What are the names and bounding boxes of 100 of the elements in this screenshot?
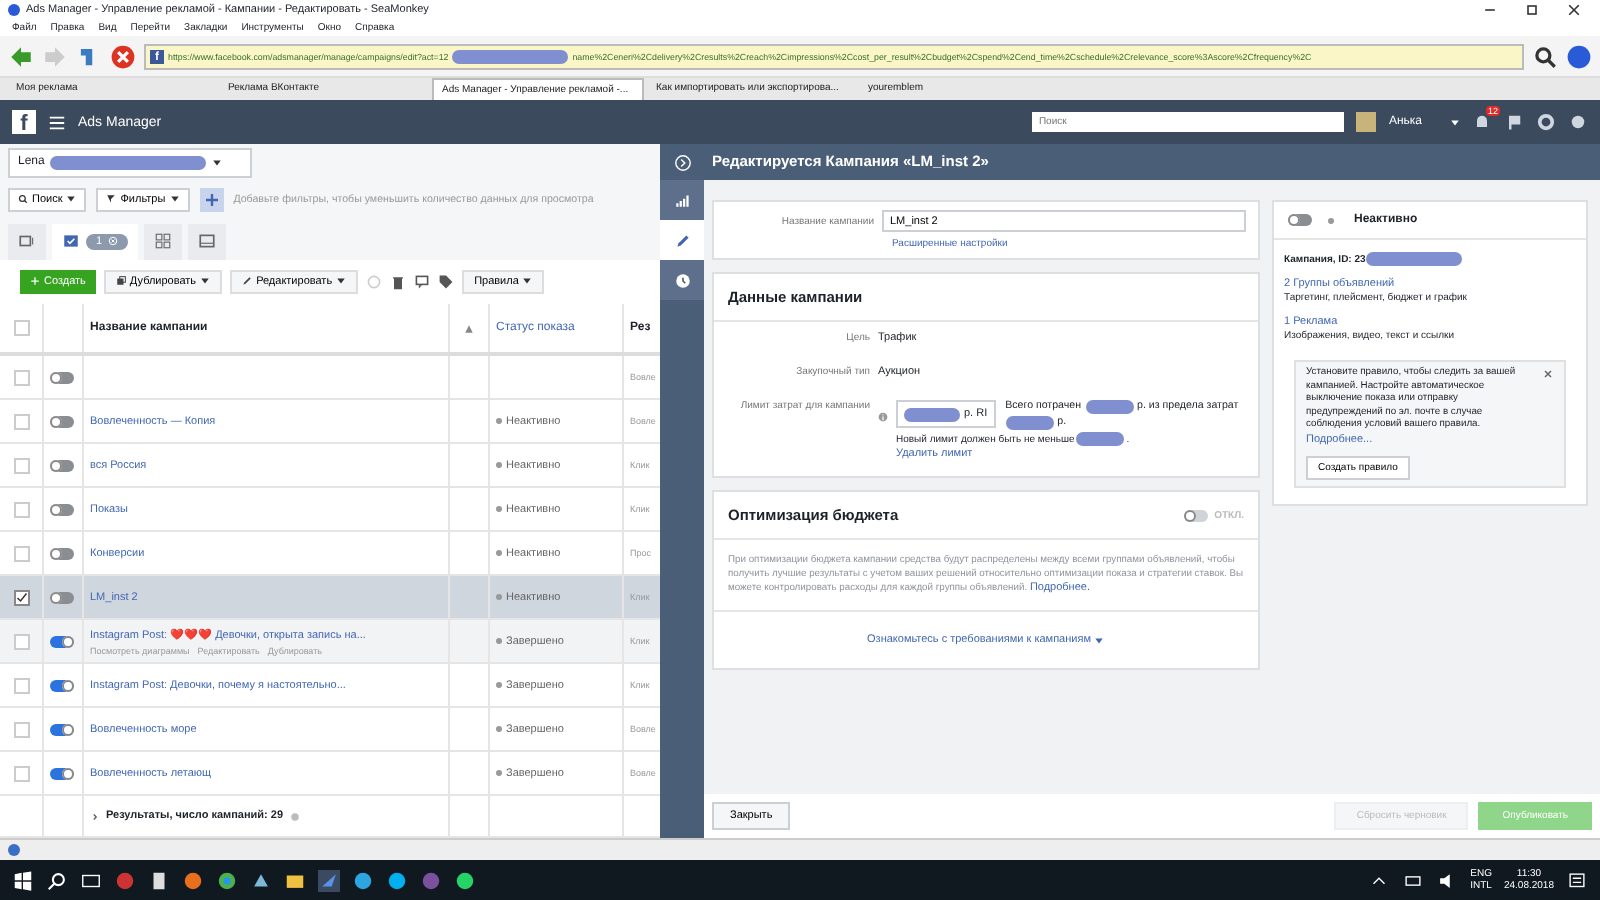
- tag-icon[interactable]: [438, 273, 455, 290]
- task-view-icon[interactable]: [80, 869, 102, 891]
- caret-icon: [522, 276, 533, 287]
- view-tab[interactable]: [188, 223, 227, 260]
- view-tab[interactable]: [8, 223, 46, 260]
- info-icon: [289, 811, 300, 822]
- caret-icon[interactable]: [1094, 635, 1105, 646]
- globe-icon[interactable]: [1566, 43, 1592, 69]
- expand-caret-icon[interactable]: [90, 811, 100, 822]
- clear-icon[interactable]: [108, 236, 119, 247]
- status-dot: [1328, 217, 1334, 223]
- app-icon[interactable]: [114, 869, 136, 891]
- telegram-icon[interactable]: [352, 869, 374, 891]
- toggle-switch[interactable]: [50, 679, 74, 692]
- firefox-icon[interactable]: [182, 869, 204, 891]
- warning-icon: [464, 323, 474, 334]
- skype-icon[interactable]: [386, 869, 408, 891]
- help-icon[interactable]: [1568, 112, 1588, 132]
- toggle-switch[interactable]: [50, 591, 74, 604]
- settings-icon[interactable]: [1536, 112, 1556, 132]
- toggle-switch[interactable]: [1288, 214, 1312, 226]
- grid-icon: [154, 232, 173, 251]
- redacted-block: [1076, 432, 1125, 446]
- caret-icon[interactable]: [1450, 117, 1460, 127]
- trash-icon[interactable]: [390, 273, 407, 290]
- info-icon: [878, 412, 888, 422]
- viber-icon[interactable]: [420, 869, 442, 891]
- caret-icon: [212, 157, 223, 168]
- caret-icon: [66, 194, 77, 205]
- status-dot: [496, 594, 502, 601]
- view-tab[interactable]: [144, 223, 183, 260]
- folder-check-icon: [62, 232, 80, 251]
- chart-icon[interactable]: [673, 191, 691, 209]
- row-checkbox[interactable]: [13, 765, 29, 782]
- chrome-icon[interactable]: [216, 869, 238, 891]
- toggle-switch[interactable]: [50, 547, 74, 560]
- facebook-logo[interactable]: f: [12, 110, 36, 134]
- copy-icon: [115, 276, 126, 287]
- calculator-icon[interactable]: [148, 869, 170, 891]
- status-dot: [496, 770, 502, 777]
- row-checkbox[interactable]: [13, 589, 29, 606]
- app-icon[interactable]: [250, 869, 272, 891]
- account-icon: [18, 232, 36, 251]
- caret-icon: [200, 276, 211, 287]
- redacted-block: [1005, 416, 1054, 430]
- avatar-icon: [1356, 112, 1377, 132]
- toggle-switch[interactable]: [50, 635, 74, 648]
- select-all-checkbox[interactable]: [13, 320, 29, 337]
- whatsapp-icon[interactable]: [454, 869, 476, 891]
- redacted-block: [452, 49, 569, 63]
- filter-icon: [106, 194, 117, 205]
- redacted-block: [1365, 252, 1462, 266]
- toggle-switch[interactable]: [50, 415, 74, 428]
- browser-icon[interactable]: [318, 869, 340, 891]
- toggle-switch[interactable]: [50, 371, 74, 384]
- status-dot: [496, 550, 502, 557]
- search-icon: [18, 194, 28, 205]
- flag-icon[interactable]: [1504, 112, 1524, 132]
- row-checkbox[interactable]: [13, 501, 29, 518]
- stop-icon[interactable]: [110, 43, 136, 69]
- ad-preview-icon: [198, 232, 217, 251]
- status-dot: [496, 506, 502, 513]
- toggle-switch[interactable]: [50, 503, 74, 516]
- back-icon[interactable]: [8, 43, 34, 69]
- status-dot: [496, 726, 502, 733]
- status-bar-icon: [8, 844, 20, 856]
- browser-logo-icon: [8, 4, 20, 16]
- row-checkbox[interactable]: [13, 457, 29, 474]
- comment-icon[interactable]: [414, 273, 431, 290]
- pencil-icon: [242, 276, 253, 287]
- windows-start-icon[interactable]: [12, 869, 34, 891]
- status-dot: [496, 418, 502, 425]
- plus-icon: [30, 276, 40, 287]
- search-icon[interactable]: [1532, 43, 1558, 69]
- toggle-switch[interactable]: [50, 767, 74, 780]
- toggle-switch[interactable]: [1184, 509, 1209, 521]
- collapse-icon[interactable]: [673, 153, 691, 171]
- row-checkbox[interactable]: [13, 369, 29, 386]
- status-dot: [496, 638, 502, 645]
- close-icon[interactable]: [1566, 2, 1582, 18]
- row-checkbox[interactable]: [13, 545, 29, 562]
- caret-icon: [336, 276, 347, 287]
- row-checkbox[interactable]: [13, 721, 29, 738]
- bell-icon[interactable]: [1472, 112, 1492, 132]
- caret-icon: [169, 194, 180, 205]
- menu-icon[interactable]: [48, 113, 66, 131]
- notifications-icon[interactable]: [1566, 869, 1588, 891]
- status-dot: [496, 462, 502, 469]
- search-icon[interactable]: [46, 869, 68, 891]
- pencil-icon[interactable]: [673, 231, 691, 249]
- toggle-switch[interactable]: [50, 459, 74, 472]
- restore-icon[interactable]: [1524, 2, 1540, 18]
- row-checkbox[interactable]: [13, 413, 29, 430]
- row-checkbox[interactable]: [13, 677, 29, 694]
- status-dot: [496, 682, 502, 689]
- redacted-block: [1085, 400, 1134, 414]
- toggle-switch[interactable]: [50, 723, 74, 736]
- add-filter-button[interactable]: [199, 187, 224, 212]
- row-checkbox[interactable]: [13, 633, 29, 650]
- clock-icon[interactable]: [673, 271, 691, 289]
